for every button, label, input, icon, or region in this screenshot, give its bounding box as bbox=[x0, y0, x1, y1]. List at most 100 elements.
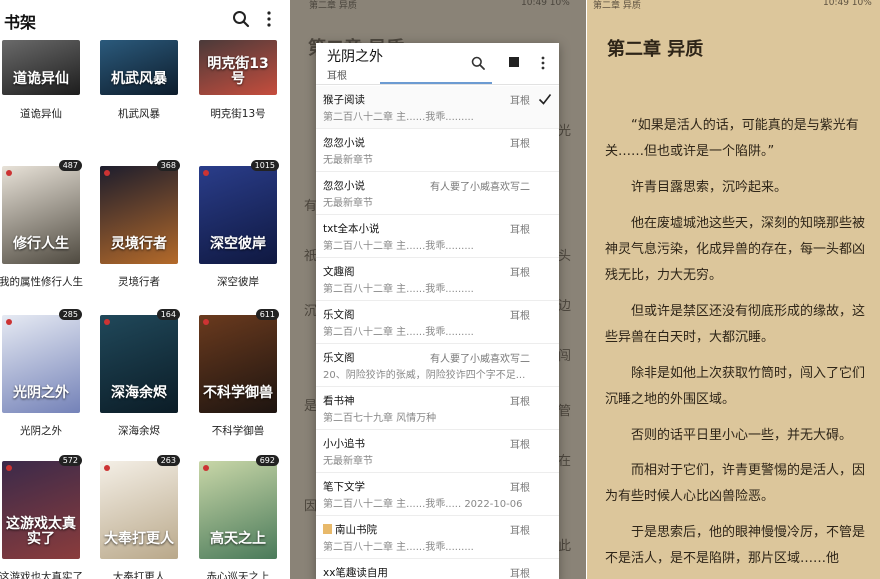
source-item[interactable]: 乐文阁 耳根 第二百八十二章 主......我乖......... bbox=[316, 301, 559, 344]
publisher-logo bbox=[203, 170, 209, 176]
source-author: 耳根 bbox=[510, 483, 530, 494]
source-item[interactable]: 忽忽小说 耳根 无最新章节 bbox=[316, 129, 559, 172]
publisher-logo bbox=[104, 170, 110, 176]
background-text-fragment: 在 bbox=[558, 454, 572, 469]
source-item[interactable]: 笔下文学 耳根第二百八十二章 主......我乖..... 2022-10-06 bbox=[316, 473, 559, 516]
book-cover[interactable]: 不科学御兽 bbox=[199, 315, 277, 413]
source-name: 乐文阁 bbox=[323, 350, 355, 365]
source-item[interactable]: xx笔趣读自用 耳根 bbox=[316, 559, 559, 579]
book-cover[interactable]: 大奉打更人 bbox=[100, 461, 178, 559]
source-name-text: 笔下文学 bbox=[323, 481, 365, 493]
status-time-battery: 10:49 10% bbox=[823, 0, 872, 8]
reader-paragraph: 但或许是禁区还没有彻底形成的缘故，这些异兽在白天时，大都沉睡。 bbox=[605, 304, 866, 345]
source-author: 有人要了小威喜欢写二 bbox=[430, 354, 530, 365]
publisher-logo bbox=[6, 319, 12, 325]
source-name-text: xx笔趣读自用 bbox=[323, 567, 388, 579]
stop-icon[interactable] bbox=[509, 57, 519, 67]
background-text-fragment: 管 bbox=[558, 404, 572, 419]
dialog-book-author: 耳根 bbox=[327, 71, 347, 82]
source-item[interactable]: 南山书院 耳根 第二百八十二章 主......我乖......... bbox=[316, 516, 559, 559]
background-text-fragment: 闯 bbox=[558, 349, 572, 364]
source-item[interactable]: 忽忽小说 有人要了小威喜欢写二 无最新章节 bbox=[316, 172, 559, 215]
source-name-text: txt全本小说 bbox=[323, 223, 380, 235]
source-name: 小小追书 bbox=[323, 436, 365, 451]
unread-count-badge: 285 bbox=[58, 309, 82, 320]
book-title: 深海余烬 bbox=[118, 425, 160, 437]
source-author: 耳根 bbox=[510, 96, 530, 107]
book-cover[interactable]: 高天之上 bbox=[199, 461, 277, 559]
book-cover[interactable]: 道诡异仙 bbox=[2, 40, 80, 95]
unread-count-badge: 611 bbox=[255, 309, 279, 320]
book-cover[interactable]: 明克街13号 bbox=[199, 40, 277, 95]
source-item[interactable]: 文趣阁 耳根 第二百八十二章 主......我乖......... bbox=[316, 258, 559, 301]
cover-title: 灵境行者 bbox=[111, 236, 167, 252]
book-title: 大奉打更人 bbox=[112, 571, 166, 579]
publisher-logo bbox=[203, 465, 209, 471]
book-title: 这游戏也太真实了 bbox=[0, 571, 83, 579]
reader-panel: 第二章 异质 10:49 10% 第二章 异质 “如果是活人的话，可能真的是与紫… bbox=[587, 0, 880, 579]
source-name: 南山书院 bbox=[323, 522, 377, 537]
cover-title: 道诡异仙 bbox=[13, 71, 69, 87]
unread-count-badge: 368 bbox=[156, 160, 180, 171]
source-name: 笔下文学 bbox=[323, 479, 365, 494]
search-icon[interactable] bbox=[232, 10, 250, 28]
source-name: 乐文阁 bbox=[323, 307, 355, 322]
publisher-logo bbox=[203, 319, 209, 325]
source-latest-chapter: 无最新章节 bbox=[323, 198, 373, 209]
publisher-logo bbox=[104, 465, 110, 471]
chapter-title: 第二章 异质 bbox=[607, 39, 704, 60]
unread-count-badge: 263 bbox=[156, 455, 180, 466]
source-switch-panel: 第二章 异质 10:49 10% 第二章 异质 光有头祇边沉闯是管在因此 光阴之… bbox=[290, 0, 586, 579]
book-cover[interactable]: 机武风暴 bbox=[100, 40, 178, 95]
source-name-text: 小小追书 bbox=[323, 438, 365, 450]
more-vert-icon[interactable] bbox=[262, 10, 276, 28]
source-latest-chapter: 第二百八十二章 主......我乖......... bbox=[323, 112, 474, 123]
reader-paragraph: 他在废墟城池这些天，深刻的知晓那些被神灵气息污染，化成异兽的存在，每一头都凶残无… bbox=[605, 216, 866, 283]
source-name-text: 乐文阁 bbox=[323, 309, 355, 321]
book-title: 深空彼岸 bbox=[217, 276, 259, 288]
source-item[interactable]: 猴子阅读 耳根第二百八十二章 主......我乖......... bbox=[316, 86, 559, 129]
book-cover[interactable]: 灵境行者 bbox=[100, 166, 178, 264]
source-name: 忽忽小说 bbox=[323, 135, 365, 150]
publisher-logo bbox=[104, 319, 110, 325]
book-cover[interactable]: 修行人生 bbox=[2, 166, 80, 264]
source-item[interactable]: 小小追书 耳根无最新章节 bbox=[316, 430, 559, 473]
dialog-book-title: 光阴之外 bbox=[327, 49, 383, 65]
book-cover[interactable]: 光阴之外 bbox=[2, 315, 80, 413]
source-name: 看书神 bbox=[323, 393, 355, 408]
book-cover[interactable]: 深海余烬 bbox=[100, 315, 178, 413]
source-item[interactable]: 看书神 耳根 第二百七十九章 风情万种 bbox=[316, 387, 559, 430]
source-item[interactable]: txt全本小说 耳根第二百八十二章 主......我乖......... bbox=[316, 215, 559, 258]
search-icon[interactable] bbox=[471, 56, 485, 70]
cover-title: 光阴之外 bbox=[13, 385, 69, 401]
reader-paragraph: “如果是活人的话，可能真的是与紫光有关……但也或许是一个陷阱。” bbox=[605, 118, 859, 159]
cover-title: 机武风暴 bbox=[111, 71, 167, 87]
source-latest-chapter: 第二百八十二章 主......我乖......... bbox=[323, 241, 474, 252]
source-name-text: 文趣阁 bbox=[323, 266, 355, 278]
book-title: 不科学御兽 bbox=[211, 425, 265, 437]
cover-title: 这游戏太真实了 bbox=[6, 516, 76, 547]
source-author: 耳根 bbox=[510, 440, 530, 451]
cover-title: 不科学御兽 bbox=[203, 385, 273, 401]
source-latest-chapter: 无最新章节 bbox=[323, 456, 373, 467]
reader-paragraph: 许青目露思索，沉吟起来。 bbox=[631, 180, 788, 195]
book-title: 赤心巡天之上 bbox=[206, 571, 270, 579]
background-text-fragment: 光 bbox=[558, 124, 572, 139]
source-author: 耳根 bbox=[510, 225, 530, 236]
source-name: txt全本小说 bbox=[323, 221, 379, 236]
book-cover[interactable]: 深空彼岸 bbox=[199, 166, 277, 264]
source-item[interactable]: 乐文阁 有人要了小威喜欢写二 20、阴险狡诈的张威，阴险狡诈四个字不足... bbox=[316, 344, 559, 387]
source-name: 忽忽小说 bbox=[323, 178, 365, 193]
more-vert-icon[interactable] bbox=[539, 55, 547, 71]
source-latest-chapter: 第二百八十二章 主......我乖..... 2022-10-06 bbox=[323, 499, 523, 510]
book-cover[interactable]: 这游戏太真实了 bbox=[2, 461, 80, 559]
source-name-text: 忽忽小说 bbox=[323, 137, 365, 149]
source-author: 耳根 bbox=[510, 139, 530, 150]
bookshelf-panel: 书架 道诡异仙 道诡异仙 机武风暴 机武风暴 明克街13号 明克街13号 修行人生 487 我的… bbox=[0, 0, 289, 579]
unread-count-badge: 692 bbox=[255, 455, 279, 466]
source-name: 猴子阅读 bbox=[323, 92, 365, 107]
source-author: 耳根 bbox=[510, 397, 530, 408]
status-chapter: 第二章 异质 bbox=[309, 1, 357, 11]
source-author: 耳根 bbox=[510, 268, 530, 279]
cover-title: 深空彼岸 bbox=[210, 236, 266, 252]
